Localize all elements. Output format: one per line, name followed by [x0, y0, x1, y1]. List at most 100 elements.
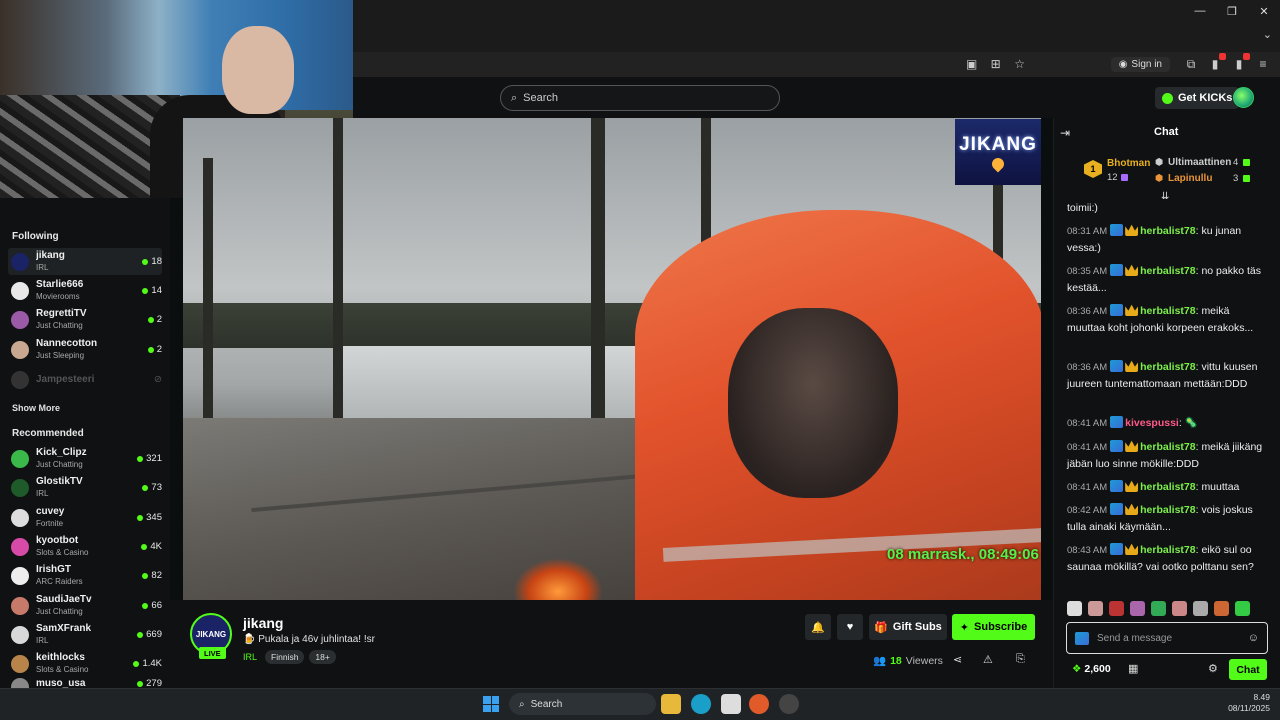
emoji-picker-icon[interactable]: ☺: [1248, 632, 1259, 644]
crown-badge-icon: [1125, 360, 1139, 372]
emote-icon[interactable]: [1193, 601, 1208, 616]
file-explorer-icon[interactable]: [661, 694, 681, 714]
chat-message-input[interactable]: Send a message ☺: [1066, 622, 1268, 654]
sidebar-channel-nannecotton[interactable]: Nannecotton Just Sleeping 2: [8, 336, 162, 363]
channel-points[interactable]: ❖ 2,600: [1072, 663, 1111, 675]
sidebar-channel-regrettitv[interactable]: RegrettiTV Just Chatting 2: [8, 306, 162, 333]
minimize-icon[interactable]: —: [1184, 0, 1216, 22]
tag-pill[interactable]: 18+: [309, 650, 336, 664]
emote-icon[interactable]: [1109, 601, 1124, 616]
sidebar-channel-irishgt[interactable]: IrishGT ARC Raiders 82: [8, 562, 162, 589]
subscribe-button[interactable]: ✦ Subscribe: [952, 614, 1035, 640]
chat-title: Chat: [1154, 126, 1179, 138]
emote-icon[interactable]: [1088, 601, 1103, 616]
sidebar-channel-muso-usa[interactable]: muso_usa 279: [8, 678, 162, 688]
show-more-link[interactable]: Show More: [12, 403, 60, 413]
follow-heart-button[interactable]: ♥: [837, 614, 863, 640]
chat-username[interactable]: herbalist78: [1140, 361, 1195, 373]
chat-username[interactable]: herbalist78: [1140, 305, 1195, 317]
maximize-icon[interactable]: ❐: [1216, 0, 1248, 22]
emote-icon[interactable]: [1214, 601, 1229, 616]
channel-name-title[interactable]: jikang: [243, 615, 283, 631]
get-kicks-button[interactable]: Get KICKs: [1155, 87, 1240, 109]
sidebar-channel-keithlocks[interactable]: keithlocks Slots & Casino 1.4K: [8, 650, 162, 677]
heart-icon: ♥: [846, 621, 854, 633]
chat-username[interactable]: herbalist78: [1140, 481, 1195, 493]
profile-card-icon[interactable]: ⎘: [1016, 653, 1025, 666]
chat-username[interactable]: kivespussi: [1125, 417, 1179, 429]
emote-icon[interactable]: [1067, 601, 1082, 616]
user-avatar[interactable]: [1233, 87, 1254, 108]
search-input[interactable]: ⌕ Search: [500, 85, 780, 111]
webcam-person-head: [222, 26, 294, 114]
settings-gear-icon[interactable]: ⚙: [1208, 662, 1218, 675]
video-timestamp: 08 marrask., 08:49:06: [887, 546, 1039, 563]
emote-icon[interactable]: [1151, 601, 1166, 616]
leaderboard-first-name[interactable]: Bhotman: [1107, 158, 1150, 169]
crown-badge-icon: [1125, 440, 1139, 452]
account-icon: ◉: [1118, 58, 1128, 70]
store-icon[interactable]: [721, 694, 741, 714]
leaderboard-third-name[interactable]: Lapinullu: [1168, 173, 1212, 184]
app-icon[interactable]: [779, 694, 799, 714]
sidebar-channel-kick-clipz[interactable]: Kick_Clipz Just Chatting 321: [8, 445, 162, 472]
extensions-icon[interactable]: ⧉: [1182, 55, 1200, 73]
close-icon[interactable]: ✕: [1248, 0, 1280, 22]
live-badge: LIVE: [199, 647, 226, 659]
menu-icon[interactable]: ≡: [1254, 55, 1272, 73]
chat-username[interactable]: herbalist78: [1140, 504, 1195, 516]
sidebar-channel-jikang[interactable]: jikang IRL 18: [8, 248, 162, 275]
sidebar-channel-starlie666[interactable]: Starlie666 Movierooms 14: [8, 277, 162, 304]
channel-avatar: [11, 252, 29, 271]
picture-in-picture-icon[interactable]: ▣: [963, 55, 981, 73]
sidebar-channel-saudijaetv[interactable]: SaudiJaeTv Just Chatting 66: [8, 592, 162, 619]
channel-name: kyootbot: [36, 535, 79, 546]
emote-icon[interactable]: [1235, 601, 1250, 616]
share-icon[interactable]: ⋖: [953, 653, 962, 666]
kick-badge-icon: [1110, 224, 1124, 236]
kick-badge-icon: [1075, 631, 1089, 645]
gift-subs-button[interactable]: 🎁 Gift Subs: [869, 614, 947, 640]
report-warning-icon[interactable]: ⚠: [983, 653, 993, 666]
sidebar-channel-samxfrank[interactable]: SamXFrank IRL 669: [8, 621, 162, 648]
viewer-count: 4K: [141, 541, 162, 552]
bookmark-star-icon[interactable]: ☆: [1011, 55, 1029, 73]
taskbar-search[interactable]: ⌕ Search: [509, 693, 656, 715]
sidebar-channel-kyootbot[interactable]: kyootbot Slots & Casino 4K: [8, 533, 162, 560]
extension-shield-icon[interactable]: ▮: [1230, 53, 1250, 73]
windows-start-icon[interactable]: [483, 696, 499, 712]
system-clock[interactable]: 8.49 08/11/2025: [1228, 692, 1270, 714]
emote-icon[interactable]: [1130, 601, 1145, 616]
sidebar-channel-jampesteeri[interactable]: Jampesteeri ⊘: [8, 366, 162, 393]
firefox-icon[interactable]: [749, 694, 769, 714]
live-dot-icon: [133, 660, 140, 667]
sign-in-button[interactable]: ◉ Sign in: [1110, 56, 1170, 72]
sidebar-channel-cuvey[interactable]: cuvey Fortnite 345: [8, 504, 162, 531]
send-chat-button[interactable]: Chat: [1229, 659, 1267, 680]
channel-avatar: [11, 449, 29, 468]
sidebar-channel-glostiktv[interactable]: GlostikTV IRL 73: [8, 474, 162, 501]
gift-shop-icon[interactable]: ▦: [1128, 662, 1138, 675]
extension-red-icon[interactable]: ▮: [1206, 53, 1226, 73]
chat-username[interactable]: herbalist78: [1140, 225, 1195, 237]
tag-pill[interactable]: Finnish: [265, 650, 305, 664]
crown-badge-icon: [1125, 264, 1139, 276]
gift-icon: [1243, 159, 1250, 166]
install-app-icon[interactable]: ⊞: [987, 55, 1005, 73]
chat-username[interactable]: herbalist78: [1140, 544, 1195, 556]
notification-bell-button[interactable]: 🔔: [805, 614, 831, 640]
leaderboard-third-count: 3: [1233, 173, 1239, 184]
tab-list-chevron-icon[interactable]: ⌄: [1263, 28, 1272, 41]
video-player[interactable]: 08 marrask., 08:49:06 JIKANG: [183, 118, 1041, 600]
channel-category: Slots & Casino: [36, 665, 89, 674]
stream-category-link[interactable]: IRL: [243, 652, 257, 662]
leaderboard-second-name[interactable]: Ultimaattinen: [1168, 157, 1231, 168]
chat-username[interactable]: herbalist78: [1140, 441, 1195, 453]
chat-username[interactable]: herbalist78: [1140, 265, 1195, 277]
leaderboard-first-count: 12: [1107, 172, 1118, 183]
edge-browser-icon[interactable]: [691, 694, 711, 714]
emote-icon[interactable]: [1172, 601, 1187, 616]
live-dot-icon: [141, 543, 148, 550]
gift-icon: [1243, 175, 1250, 182]
collapse-chat-icon[interactable]: ⇥: [1060, 126, 1070, 140]
